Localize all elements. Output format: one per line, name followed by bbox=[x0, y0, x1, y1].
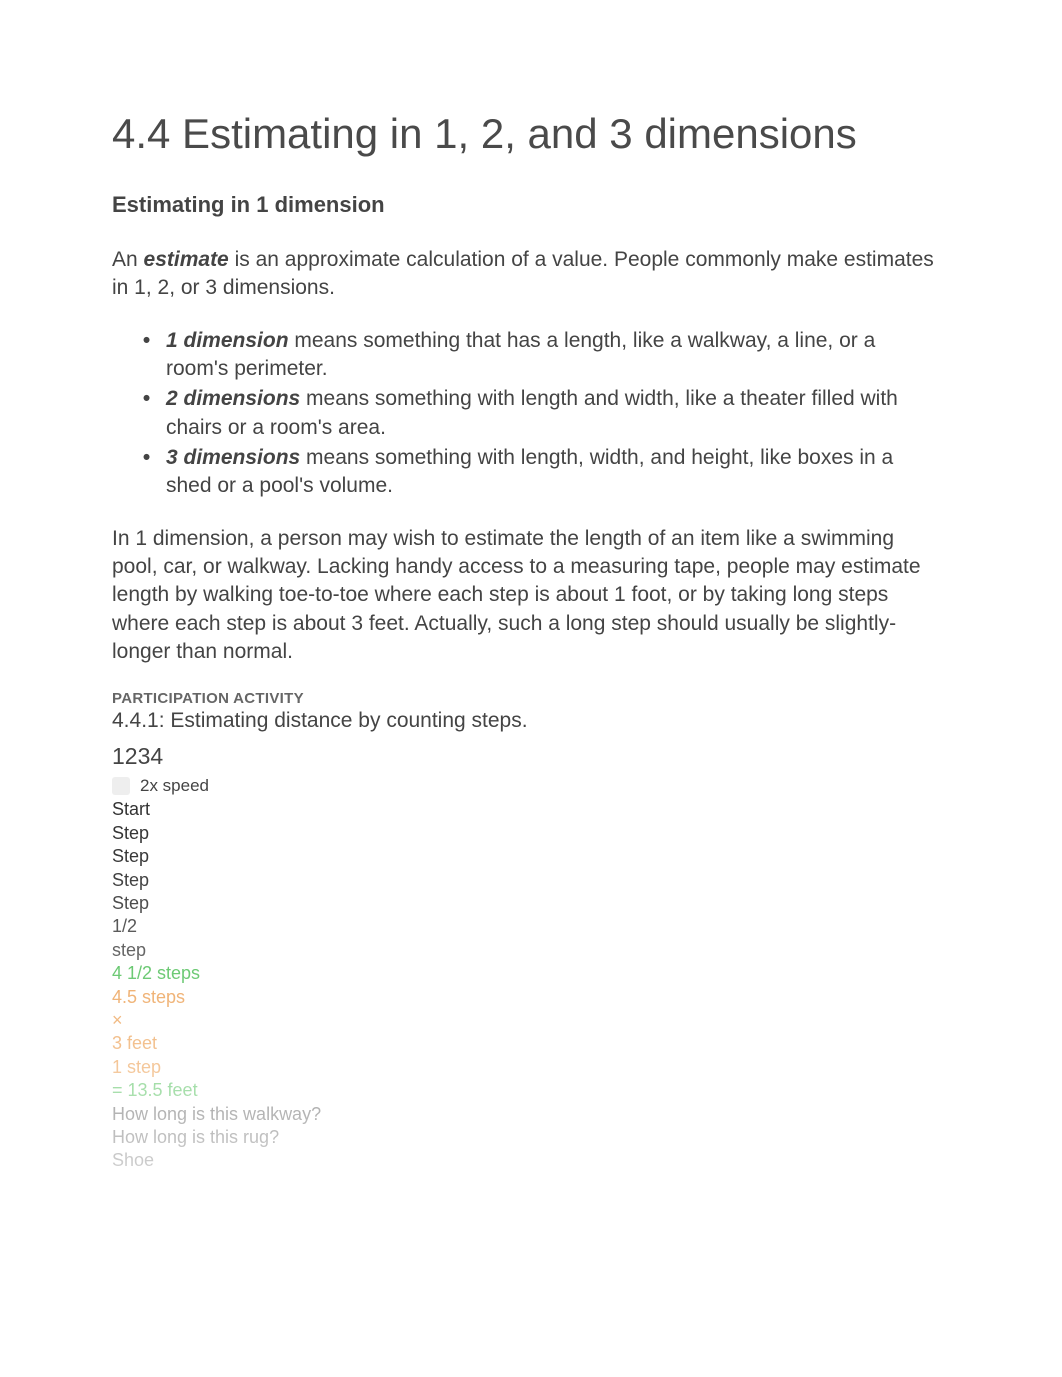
page-title: 4.4 Estimating in 1, 2, and 3 dimensions bbox=[112, 110, 942, 158]
anim-question-rug: How long is this rug? bbox=[112, 1126, 942, 1149]
speed-checkbox[interactable] bbox=[112, 777, 130, 795]
anim-step: Step bbox=[112, 892, 942, 915]
anim-half-label: step bbox=[112, 939, 942, 962]
term-estimate: estimate bbox=[144, 248, 229, 271]
intro-before: An bbox=[112, 248, 144, 271]
list-item: 3 dimensions means something with length… bbox=[156, 444, 942, 501]
term-2d: 2 dimensions bbox=[166, 387, 300, 410]
dimensions-list: 1 dimension means something that has a l… bbox=[112, 327, 942, 501]
step-numbers: 1234 bbox=[112, 743, 942, 770]
anim-calc-feet: 3 feet bbox=[112, 1032, 942, 1055]
activity-title: 4.4.1: Estimating distance by counting s… bbox=[112, 709, 942, 733]
speed-label: 2x speed bbox=[140, 776, 209, 796]
anim-total-steps: 4 1/2 steps bbox=[112, 962, 942, 985]
anim-result: = 13.5 feet bbox=[112, 1079, 942, 1102]
anim-calc-times: × bbox=[112, 1009, 942, 1032]
intro-paragraph: An estimate is an approximate calculatio… bbox=[112, 246, 942, 303]
anim-calc-steps: 4.5 steps bbox=[112, 986, 942, 1009]
anim-calc-per: 1 step bbox=[112, 1056, 942, 1079]
list-item: 2 dimensions means something with length… bbox=[156, 385, 942, 442]
explain-paragraph: In 1 dimension, a person may wish to est… bbox=[112, 525, 942, 667]
list-item: 1 dimension means something that has a l… bbox=[156, 327, 942, 384]
anim-step: Step bbox=[112, 845, 942, 868]
anim-half-num: 1/2 bbox=[112, 915, 942, 938]
term-1d: 1 dimension bbox=[166, 329, 289, 352]
anim-question-walkway: How long is this walkway? bbox=[112, 1103, 942, 1126]
term-3d: 3 dimensions bbox=[166, 446, 300, 469]
section-heading-1d: Estimating in 1 dimension bbox=[112, 192, 942, 218]
anim-step: Step bbox=[112, 869, 942, 892]
anim-shoe: Shoe bbox=[112, 1149, 942, 1172]
anim-start: Start bbox=[112, 798, 942, 821]
anim-step: Step bbox=[112, 822, 942, 845]
activity-label: PARTICIPATION ACTIVITY bbox=[112, 690, 942, 707]
intro-after: is an approximate calculation of a value… bbox=[112, 248, 934, 299]
